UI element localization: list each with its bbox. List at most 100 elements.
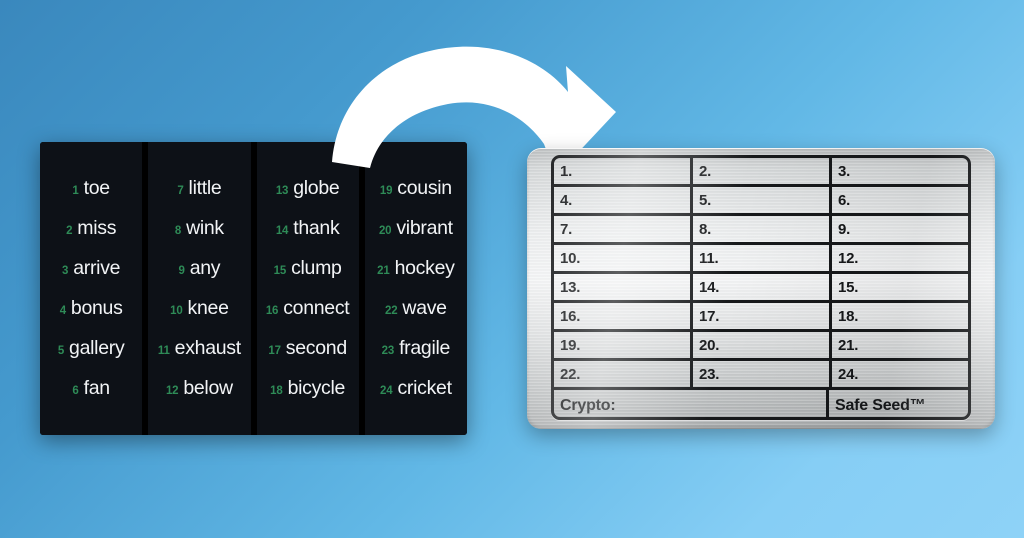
- seed-word-index: 8: [174, 224, 182, 237]
- seed-word-index: 24: [380, 384, 393, 397]
- plate-cell-19: 19.: [554, 332, 693, 358]
- seed-word-row: 22 wave: [365, 288, 467, 328]
- plate-row: 19. 20. 21.: [554, 332, 968, 361]
- seed-word-row: 15 clump: [257, 248, 359, 288]
- plate-cell-16: 16.: [554, 303, 693, 329]
- plate-cell-3: 3.: [838, 162, 851, 180]
- seed-word-row: 2 miss: [40, 208, 142, 248]
- seed-word-text: bonus: [70, 296, 123, 319]
- plate-footer-row: Crypto: Safe Seed™: [554, 390, 968, 417]
- seed-word-text: fan: [83, 376, 111, 399]
- seed-word-text: exhaust: [174, 336, 242, 359]
- plate-row: 1. 2. 3.: [554, 158, 968, 187]
- seed-word-index: 3: [62, 264, 69, 277]
- seed-word-index: 15: [273, 264, 287, 277]
- seed-word-row: 8 wink: [148, 208, 250, 248]
- plate-cell-4: 4.: [554, 187, 693, 213]
- seed-word-text: miss: [77, 216, 117, 239]
- seed-word-index: 12: [165, 384, 179, 397]
- seed-word-row: 3 arrive: [40, 248, 142, 288]
- seed-word-text: little: [188, 176, 222, 199]
- seed-word-row: 4 bonus: [40, 288, 142, 328]
- seed-word-index: 6: [72, 384, 79, 397]
- seed-word-index: 21: [377, 264, 390, 277]
- word-column-3: 13 globe 14 thank 15 clump 16 connect 17 second 18…: [250, 142, 359, 435]
- seed-word-index: 20: [378, 224, 392, 237]
- seed-word-text: second: [285, 336, 347, 359]
- plate-cell-15: 15.: [838, 278, 859, 296]
- plate-crypto-label: Crypto:: [554, 390, 829, 417]
- seed-word-row: 20 vibrant: [365, 208, 467, 248]
- seed-word-text: toe: [83, 176, 111, 199]
- seed-word-index: 7: [177, 184, 184, 197]
- seed-word-index: 23: [381, 344, 395, 357]
- seed-word-row: 12 below: [148, 368, 250, 408]
- seed-word-text: connect: [283, 296, 350, 319]
- plate-brand-label: Safe Seed™: [835, 397, 926, 414]
- plate-cell-14: 14.: [693, 274, 832, 300]
- seed-word-text: globe: [293, 176, 340, 199]
- plate-cell-9: 9.: [838, 220, 851, 238]
- seed-word-index: 5: [57, 344, 65, 357]
- seed-word-text: bicycle: [287, 376, 346, 399]
- seed-word-index: 16: [265, 304, 279, 317]
- seed-word-index: 19: [379, 184, 393, 197]
- seed-word-row: 23 fragile: [365, 328, 467, 368]
- seed-word-index: 13: [275, 184, 289, 197]
- seed-word-row: 5 gallery: [40, 328, 142, 368]
- seed-word-text: arrive: [73, 256, 121, 279]
- seed-word-index: 11: [157, 344, 170, 357]
- image-canvas: 1 toe 2 miss 3 arrive 4 bonus 5 gallery 6 fan 7 littl…: [0, 0, 1024, 538]
- seed-word-text: wave: [402, 296, 447, 319]
- plate-cell-8: 8.: [693, 216, 832, 242]
- seed-word-index: 10: [170, 304, 183, 317]
- seed-word-row: 19 cousin: [365, 168, 467, 208]
- plate-cell-24: 24.: [838, 365, 859, 383]
- plate-cell-2: 2.: [693, 158, 832, 184]
- plate-cell-11: 11.: [693, 245, 832, 271]
- plate-row: 13. 14. 15.: [554, 274, 968, 303]
- word-column-1: 1 toe 2 miss 3 arrive 4 bonus 5 gallery 6 fan: [40, 142, 143, 435]
- plate-row: 16. 17. 18.: [554, 303, 968, 332]
- seed-word-row: 9 any: [148, 248, 250, 288]
- seed-word-text: any: [189, 256, 221, 279]
- seed-word-index: 18: [270, 384, 283, 397]
- plate-cell-18: 18.: [838, 307, 859, 325]
- seed-word-index: 14: [275, 224, 289, 237]
- seed-word-row: 7 little: [148, 168, 250, 208]
- seed-word-row: 10 knee: [148, 288, 250, 328]
- plate-cell-22: 22.: [554, 361, 693, 387]
- seed-word-index: 1: [72, 184, 79, 197]
- seed-word-index: 22: [385, 304, 398, 317]
- seed-phrase-word-panel: 1 toe 2 miss 3 arrive 4 bonus 5 gallery 6 fan 7 littl…: [40, 142, 467, 435]
- seed-word-text: cousin: [397, 176, 452, 199]
- seed-word-row: 17 second: [257, 328, 359, 368]
- seed-word-text: gallery: [69, 336, 125, 359]
- plate-cell-10: 10.: [554, 245, 693, 271]
- seed-word-row: 1 toe: [40, 168, 142, 208]
- plate-cell-13: 13.: [554, 274, 693, 300]
- seed-word-row: 14 thank: [257, 208, 359, 248]
- word-column-4: 19 cousin 20 vibrant 21 hockey 22 wave 23 fragile…: [358, 142, 467, 435]
- plate-row: 22. 23. 24.: [554, 361, 968, 390]
- seed-word-text: below: [183, 376, 233, 399]
- metal-backup-plate: 1. 2. 3. 4. 5. 6. 7. 8. 9. 10. 11. 12. 13. 14. 15. 16. 1…: [527, 148, 995, 429]
- seed-word-row: 16 connect: [257, 288, 359, 328]
- plate-cell-1: 1.: [554, 158, 693, 184]
- seed-word-row: 6 fan: [40, 368, 142, 408]
- seed-word-text: wink: [186, 216, 224, 239]
- seed-word-text: clump: [291, 256, 342, 279]
- plate-cell-23: 23.: [693, 361, 832, 387]
- plate-cell-21: 21.: [838, 336, 859, 354]
- plate-cell-7: 7.: [554, 216, 693, 242]
- word-column-2: 7 little 8 wink 9 any 10 knee 11 exhaust 12 below: [142, 142, 251, 435]
- plate-row: 4. 5. 6.: [554, 187, 968, 216]
- seed-word-index: 17: [268, 344, 281, 357]
- plate-cell-17: 17.: [693, 303, 832, 329]
- seed-word-index: 9: [178, 264, 185, 277]
- seed-word-text: hockey: [394, 256, 455, 279]
- seed-word-row: 11 exhaust: [148, 328, 250, 368]
- seed-word-text: knee: [187, 296, 229, 319]
- plate-number-grid: 1. 2. 3. 4. 5. 6. 7. 8. 9. 10. 11. 12. 13. 14. 15. 16. 1…: [551, 155, 971, 420]
- seed-word-text: vibrant: [396, 216, 453, 239]
